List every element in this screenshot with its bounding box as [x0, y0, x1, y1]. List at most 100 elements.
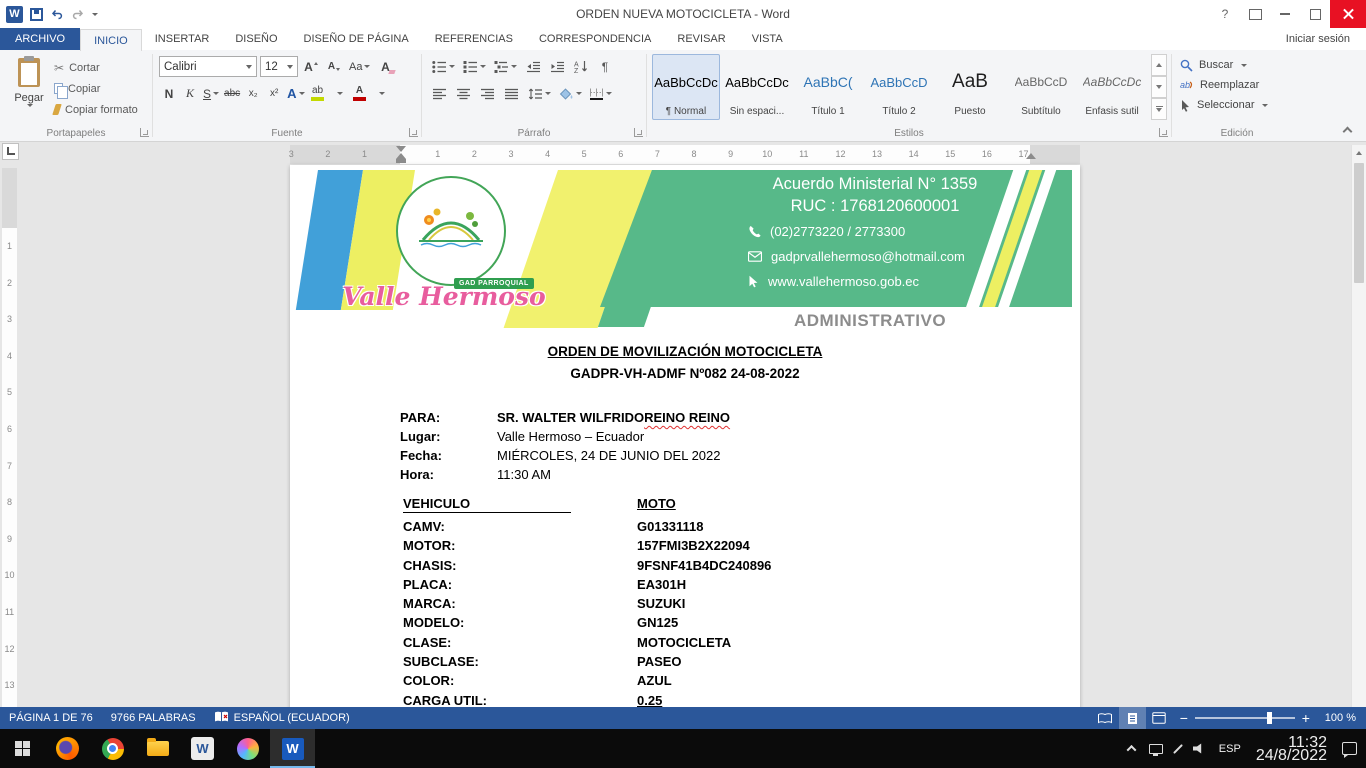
taskbar-file-explorer[interactable] — [135, 729, 180, 768]
language-switcher[interactable]: ESP — [1212, 729, 1248, 768]
pen-tray-icon[interactable] — [1170, 729, 1186, 768]
highlight-color-button[interactable]: ab — [308, 83, 328, 104]
justify-button[interactable] — [502, 83, 522, 104]
left-indent-marker[interactable] — [396, 159, 406, 163]
multilevel-list-button[interactable] — [492, 56, 519, 77]
taskbar-app-w[interactable]: W — [180, 729, 225, 768]
zoom-level[interactable]: 100 % — [1317, 712, 1366, 724]
styles-dialog-launcher[interactable] — [1159, 128, 1168, 137]
page-count-indicator[interactable]: PÁGINA 1 DE 76 — [0, 707, 102, 729]
first-line-indent-marker[interactable] — [396, 146, 406, 152]
paste-button[interactable]: Pegar — [7, 54, 51, 126]
redo-icon[interactable] — [71, 9, 85, 20]
bullets-button[interactable] — [430, 56, 457, 77]
hidden-icons-button[interactable] — [1121, 729, 1142, 768]
zoom-out-button[interactable]: − — [1173, 710, 1195, 726]
font-dialog-launcher[interactable] — [409, 128, 418, 137]
styles-scroll-down-button[interactable] — [1151, 76, 1167, 98]
proofing-status[interactable]: ESPAÑOL (ECUADOR) — [205, 707, 359, 729]
web-layout-button[interactable] — [1146, 707, 1173, 729]
highlight-dropdown-icon[interactable] — [329, 83, 349, 104]
save-icon[interactable] — [30, 8, 43, 21]
underline-button[interactable]: S — [201, 83, 221, 104]
help-button[interactable]: ? — [1210, 0, 1240, 28]
sign-in-link[interactable]: Iniciar sesión — [1286, 28, 1366, 50]
read-mode-button[interactable] — [1092, 707, 1119, 729]
tab-stop-selector[interactable] — [2, 143, 19, 160]
document-page[interactable]: Acuerdo Ministerial N° 1359 RUC : 176812… — [290, 165, 1080, 707]
strikethrough-button[interactable]: abc — [222, 83, 242, 104]
taskbar-colorful-app[interactable] — [225, 729, 270, 768]
text-effects-button[interactable]: A — [285, 83, 306, 104]
style-item[interactable]: AaBbCcDc Sin espaci... — [723, 54, 791, 120]
print-layout-button[interactable] — [1119, 707, 1146, 729]
ribbon-tab[interactable]: CORRESPONDENCIA — [526, 28, 664, 50]
line-spacing-button[interactable] — [526, 83, 553, 104]
italic-button[interactable]: K — [180, 83, 200, 104]
paragraph-dialog-launcher[interactable] — [634, 128, 643, 137]
collapse-ribbon-button[interactable] — [1340, 123, 1354, 135]
vertical-ruler[interactable]: 12345678910111213 — [2, 168, 17, 707]
undo-icon[interactable] — [50, 9, 64, 20]
subscript-button[interactable]: x₂ — [243, 83, 263, 104]
vertical-scrollbar[interactable] — [1351, 145, 1366, 707]
display-tray-icon[interactable] — [1142, 729, 1170, 768]
superscript-button[interactable]: x² — [264, 83, 284, 104]
show-hide-marks-button[interactable]: ¶ — [595, 56, 615, 77]
styles-more-button[interactable] — [1151, 98, 1167, 120]
style-item[interactable]: AaBbC( Título 1 — [794, 54, 862, 120]
align-center-button[interactable] — [454, 83, 474, 104]
ribbon-tab[interactable]: DISEÑO DE PÁGINA — [291, 28, 422, 50]
ribbon-tab[interactable]: VISTA — [739, 28, 796, 50]
copy-button[interactable]: Copiar — [54, 78, 138, 99]
borders-button[interactable] — [588, 83, 614, 104]
ribbon-tab[interactable]: REFERENCIAS — [422, 28, 526, 50]
minimize-button[interactable] — [1270, 0, 1300, 28]
sort-button[interactable]: AZ — [571, 56, 591, 77]
word-app-icon[interactable]: W — [6, 6, 23, 23]
find-button[interactable]: Buscar — [1180, 56, 1247, 74]
align-right-button[interactable] — [478, 83, 498, 104]
scrollbar-thumb[interactable] — [1354, 163, 1364, 283]
increase-indent-button[interactable] — [547, 56, 567, 77]
bold-button[interactable]: N — [159, 83, 179, 104]
customize-qat-icon[interactable] — [92, 13, 98, 16]
word-count-indicator[interactable]: 9766 PALABRAS — [102, 707, 205, 729]
taskbar-firefox[interactable] — [45, 729, 90, 768]
font-size-combo[interactable]: 12 — [260, 56, 298, 77]
decrease-indent-button[interactable] — [523, 56, 543, 77]
ribbon-tab[interactable]: INSERTAR — [142, 28, 223, 50]
start-button[interactable] — [0, 729, 45, 768]
zoom-slider[interactable] — [1195, 717, 1295, 719]
numbering-button[interactable] — [461, 56, 488, 77]
right-indent-marker[interactable] — [1026, 153, 1036, 159]
styles-scroll-up-button[interactable] — [1151, 54, 1167, 76]
ribbon-tab[interactable]: INICIO — [80, 29, 142, 51]
shrink-font-button[interactable]: A — [324, 56, 344, 77]
font-color-button[interactable]: A — [350, 83, 370, 104]
style-item[interactable]: AaB Puesto — [936, 54, 1004, 120]
zoom-in-button[interactable]: + — [1295, 710, 1317, 726]
style-item[interactable]: AaBbCcD Título 2 — [865, 54, 933, 120]
restore-button[interactable] — [1300, 0, 1330, 28]
style-item[interactable]: AaBbCcDc Énfasis sutil — [1078, 54, 1146, 120]
scroll-up-button[interactable] — [1352, 145, 1366, 160]
replace-button[interactable]: abReemplazar — [1180, 76, 1259, 94]
horizontal-ruler[interactable]: 3211234567891011121314151617 — [0, 145, 1351, 164]
grow-font-button[interactable]: A — [301, 56, 321, 77]
change-case-button[interactable]: Aa — [347, 56, 372, 77]
close-button[interactable] — [1330, 0, 1366, 28]
volume-tray-icon[interactable] — [1186, 729, 1212, 768]
ribbon-tab[interactable]: ARCHIVO — [0, 28, 80, 50]
ribbon-tab[interactable]: REVISAR — [664, 28, 738, 50]
style-item[interactable]: AaBbCcDc ¶ Normal — [652, 54, 720, 120]
align-left-button[interactable] — [430, 83, 450, 104]
zoom-slider-thumb[interactable] — [1267, 712, 1272, 724]
cut-button[interactable]: ✂Cortar — [54, 57, 138, 78]
clock[interactable]: 11:32 24/8/2022 — [1248, 736, 1335, 762]
action-center-button[interactable] — [1335, 729, 1364, 768]
font-color-dropdown-icon[interactable] — [371, 83, 391, 104]
style-item[interactable]: AaBbCcD Subtítulo — [1007, 54, 1075, 120]
select-button[interactable]: Seleccionar — [1180, 96, 1268, 114]
taskbar-chrome[interactable] — [90, 729, 135, 768]
